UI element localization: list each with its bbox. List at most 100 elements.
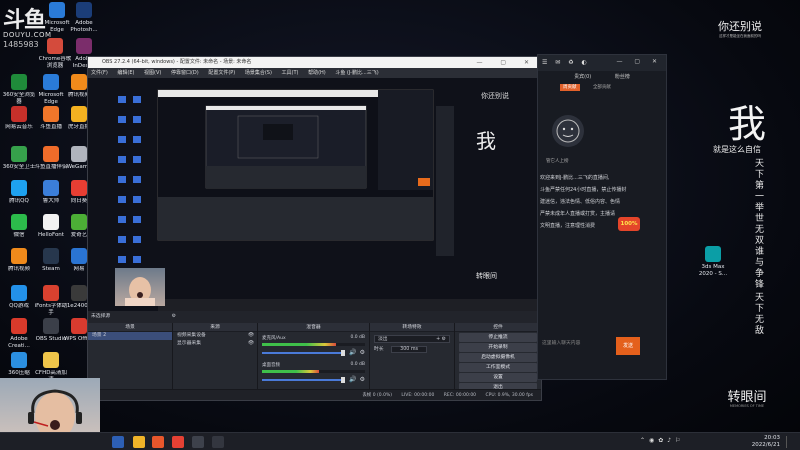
taskbar-obs-icon[interactable] [192,436,204,448]
menu-docks[interactable]: 停靠窗口(D) [171,70,199,76]
transitions-header: 转场特效 [370,323,454,332]
mixer-channel: 麦克风/Aux 0.0 dB 🔊 ⚙ [262,335,365,356]
desktop-icon-label: 网易云音乐 [5,124,33,130]
status-rec: REC: 00:00:00 [443,393,477,398]
desktop: Microsoft Edge Adobe Photosh... Chrome谷歌 浏… [0,0,800,450]
menu-view[interactable]: 视图(V) [144,70,161,76]
menu-tools[interactable]: 工具(T) [282,70,299,76]
visibility-icon[interactable]: 👁 [248,332,254,340]
send-button[interactable]: 发送 [616,337,640,355]
desktop-icon[interactable]: 3ds Max 2020 - S... [696,246,730,277]
volume-slider[interactable] [262,376,346,383]
desktop-icon[interactable]: 腾讯QQ [2,180,36,205]
duration-row: 时长 300 ms [374,346,450,354]
transition-select[interactable]: 淡出 + ⚙ [374,335,450,343]
chat-subtabs: 周贡献 全部贡献 [538,83,666,93]
start-recording-button[interactable]: 开始录制 [459,343,537,352]
mixer-channel-db: 0.0 dB [350,362,365,367]
mute-icon[interactable]: 🔊 [349,349,356,356]
source-item[interactable]: 显示器采集 👁 [173,340,257,348]
show-desktop-button[interactable] [786,436,794,448]
desktop-icon[interactable]: 360安全浏览器 [2,74,36,105]
stop-streaming-button[interactable]: 停止推流 [459,333,537,342]
desktop-icon-label: Adobe Creati... [8,336,30,349]
taskbar-douyu-icon[interactable] [152,436,164,448]
desktop-icon[interactable]: 360安全卫士 [2,146,36,171]
douyu-chat-window[interactable]: ☰ ✉ ♻ ◐ — ▢ ✕ 贵宾(0) 粉丝榜 周贡献 全部贡献 管它人上榜 欢… [537,54,667,380]
desktop-icon[interactable]: QQ游戏 [2,285,36,310]
subtab-weekly[interactable]: 周贡献 [560,84,580,91]
mixer-gear-icon[interactable]: ⚙ [360,349,365,356]
tray-icons[interactable]: ⌃◉✿♪⚐ [640,437,685,444]
settings-button[interactable]: 设置 [459,373,537,382]
desktop-icon-label: 360安全卫士 [2,164,36,170]
chat-window-controls[interactable]: — ▢ ✕ [616,58,662,65]
menu-profile[interactable]: 配置文件(P) [208,70,235,76]
duration-label: 时长 [374,347,384,352]
taskbar-app-icon[interactable] [212,436,224,448]
sources-header: 来源 [173,323,257,332]
menu-douyu[interactable]: 斗鱼 (J-鹏比...三飞) [335,70,378,76]
duration-input[interactable]: 300 ms [391,346,427,353]
properties-button[interactable]: ⚙ [172,314,176,319]
wallpaper-subtitle: 这样才是能坐在我面前的吗 [719,34,761,38]
app-icon [43,74,59,90]
wallpaper-line1: 就是这么自信 [713,145,761,154]
mixer-channel: 桌面音频 0.0 dB 🔊 ⚙ [262,362,365,383]
volume-slider[interactable] [262,349,346,356]
visibility-icon[interactable]: 👁 [248,340,254,348]
mixer-header: 混音器 [258,323,369,332]
desktop-icon[interactable]: 网易云音乐 [2,106,36,131]
desktop-icon[interactable]: Adobe Creati... [2,318,36,349]
app-icon [71,180,87,196]
app-icon [11,318,27,334]
preview-label: 未选择源 [91,314,111,319]
taskbar-chrome-icon[interactable] [172,436,184,448]
scene-item[interactable]: 场景 2 [88,332,172,340]
mascot-name: 管它人上榜 [546,159,569,164]
app-icon [76,38,92,54]
clock[interactable]: 20:03 2022/6/21 [752,435,780,449]
app-icon [71,285,87,301]
subtab-all[interactable]: 全部贡献 [593,85,611,90]
desktop-icon[interactable]: 微信 [2,214,36,239]
app-icon [71,318,87,334]
menu-help[interactable]: 帮助(H) [308,70,326,76]
app-icon [11,146,27,162]
studio-mode-button[interactable]: 工作室模式 [459,363,537,372]
obs-titlebar[interactable]: OBS 27.2.4 (64-bit, windows) - 配置文件: 未命名… [88,57,541,68]
chat-messages: 欢迎来到J-鹏比...三飞的直播间, 斗鱼严禁任何24小时直播，禁止传播封 建迷信，… [538,172,666,232]
tab-fans[interactable]: 粉丝榜 [615,74,630,80]
transition-plus-icon[interactable]: + ⚙ [436,336,446,343]
obs-window[interactable]: OBS 27.2.4 (64-bit, windows) - 配置文件: 未命名… [87,56,542,401]
desktop-icon[interactable]: Adobe Photosh... [67,2,101,33]
chat-input[interactable]: 这里输入聊天内容 [538,337,613,351]
tab-vip[interactable]: 贵宾(0) [574,74,591,80]
svg-text:我: 我 [476,129,496,153]
status-dropped-frames: 丢帧 0 (0.0%) [362,393,392,398]
menu-scene-collection[interactable]: 场景集合(S) [245,70,272,76]
preview-status: 未选择源 ⚙ [88,311,541,323]
menu-file[interactable]: 文件(F) [91,70,108,76]
chat-message: 文明直播，注意理性消费 [540,223,596,229]
window-controls[interactable]: — ▢ ✕ [476,57,537,68]
desktop-icon[interactable]: 360压缩 [2,352,36,377]
controls-header: 控件 [455,323,541,332]
mixer-gear-icon[interactable]: ⚙ [360,376,365,383]
desktop-icon[interactable]: 腾讯视频 [2,248,36,273]
menu-edit[interactable]: 编辑(E) [117,70,134,76]
wallpaper-title: 你还别说 [718,20,762,33]
mute-icon[interactable]: 🔊 [349,376,356,383]
chat-toolbar-icons[interactable]: ☰ ✉ ♻ ◐ [542,59,590,66]
chat-message: 斗鱼严禁任何24小时直播，禁止传播封 [540,187,627,193]
wallpaper-col1: 天下第一 [753,158,763,202]
obs-menubar: 文件(F) 编辑(E) 视图(V) 停靠窗口(D) 配置文件(P) 场景集合(S… [88,68,541,78]
app-icon [43,318,59,334]
taskbar-photoshop-icon[interactable] [112,436,124,448]
taskbar-folder-icon[interactable] [133,436,145,448]
mascot-icon [556,119,580,143]
source-item[interactable]: 视频采集设备 👁 [173,332,257,340]
douyu-site: DOUYU.COM [3,31,52,39]
douyu-logo: 斗鱼 [3,8,46,33]
virtual-camera-button[interactable]: 启动虚拟摄像机 [459,353,537,362]
